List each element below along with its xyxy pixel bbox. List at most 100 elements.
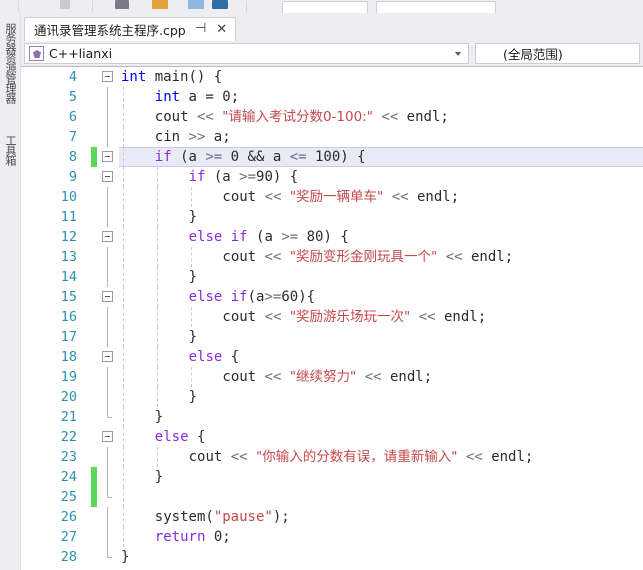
outline-margin[interactable] [97,307,119,327]
outline-margin[interactable] [97,187,119,207]
outline-margin[interactable] [97,107,119,127]
collapse-minus-icon[interactable] [102,431,113,442]
outline-margin[interactable] [97,327,119,347]
outline-margin[interactable] [97,147,119,167]
outline-margin[interactable] [97,507,119,527]
code-line[interactable]: 17} [21,327,643,347]
code-text[interactable]: cout << "你输入的分数有误，请重新输入" << endl; [119,447,643,467]
chevron-down-icon[interactable] [455,51,461,56]
code-text[interactable]: } [119,327,643,347]
code-line[interactable]: 7 cin >> a; [21,127,643,147]
code-text[interactable]: } [119,207,643,227]
code-line[interactable]: 28} [21,547,643,567]
code-text[interactable] [119,487,643,507]
outline-margin[interactable] [97,387,119,407]
code-line[interactable]: 14} [21,267,643,287]
outline-margin[interactable] [97,127,119,147]
outline-margin[interactable] [97,67,119,87]
collapse-minus-icon[interactable] [102,231,113,242]
code-line[interactable]: 25 [21,487,643,507]
code-text[interactable]: } [119,267,643,287]
code-line[interactable]: 6 cout << "请输入考试分数0-100:" << endl; [21,107,643,127]
code-line[interactable]: 23 cout << "你输入的分数有误，请重新输入" << endl; [21,447,643,467]
code-text[interactable]: else { [119,427,643,447]
outline-margin[interactable] [97,487,119,507]
close-icon[interactable]: ✕ [216,22,228,37]
build-icon[interactable] [115,0,129,9]
outline-margin[interactable] [97,447,119,467]
code-line[interactable]: 8 if (a >= 0 && a <= 100) { [21,147,643,167]
code-text[interactable]: system("pause"); [119,507,643,527]
code-text[interactable]: cout << "请输入考试分数0-100:" << endl; [119,107,643,127]
outline-margin[interactable] [97,547,119,567]
code-line[interactable]: 19 cout << "继续努力" << endl; [21,367,643,387]
project-dropdown[interactable]: C++lianxi [24,43,469,64]
outline-margin[interactable] [97,87,119,107]
document-tab-active[interactable]: 通讯录管理系统主程序.cpp ⊣ ✕ [24,17,236,41]
code-text[interactable]: int main() { [119,67,643,87]
code-text[interactable]: cout << "奖励游乐场玩一次" << endl; [119,307,643,327]
sidebar-item-server-explorer[interactable]: 服务器资源管理器 [0,23,21,103]
outline-margin[interactable] [97,527,119,547]
collapse-minus-icon[interactable] [102,351,113,362]
code-text[interactable]: if (a >=90) { [119,167,643,187]
code-line[interactable]: 15 else if(a>=60){ [21,287,643,307]
code-text[interactable]: } [119,467,643,487]
sidebar-item-toolbox[interactable]: 工具箱 [0,135,21,165]
outline-margin[interactable] [97,467,119,487]
code-line[interactable]: 22 else { [21,427,643,447]
collapse-minus-icon[interactable] [102,151,113,162]
code-token: cout [222,309,265,325]
code-text[interactable]: cin >> a; [119,127,643,147]
platform-combo[interactable] [376,1,496,13]
code-line[interactable]: 11} [21,207,643,227]
pin-icon[interactable]: ⊣ [195,21,207,37]
window-icon[interactable] [188,0,204,9]
code-text[interactable]: cout << "继续努力" << endl; [119,367,643,387]
outline-margin[interactable] [97,347,119,367]
code-editor[interactable]: 4 int main() {5 int a = 0; 6 cout << "请输入考试分… [21,66,643,570]
collapse-minus-icon[interactable] [102,171,113,182]
outline-margin[interactable] [97,227,119,247]
undo-icon[interactable] [60,0,70,9]
code-line[interactable]: 5 int a = 0; [21,87,643,107]
code-line[interactable]: 27 return 0; [21,527,643,547]
outline-margin[interactable] [97,167,119,187]
code-text[interactable]: return 0; [119,527,643,547]
configuration-combo[interactable] [282,1,368,13]
code-text[interactable]: } [119,387,643,407]
outline-margin[interactable] [97,267,119,287]
code-text[interactable]: int a = 0; [119,87,643,107]
collapse-minus-icon[interactable] [102,291,113,302]
properties-icon[interactable] [212,0,228,9]
outline-margin[interactable] [97,427,119,447]
outline-margin[interactable] [97,287,119,307]
code-line[interactable]: 10 cout << "奖励一辆单车" << endl; [21,187,643,207]
code-line[interactable]: 4 int main() { [21,67,643,87]
code-line[interactable]: 18 else { [21,347,643,367]
scope-dropdown[interactable]: (全局范围) [475,43,640,64]
code-text[interactable]: if (a >= 0 && a <= 100) { [119,147,643,167]
collapse-minus-icon[interactable] [102,71,113,82]
code-line[interactable]: 9 if (a >=90) { [21,167,643,187]
outline-margin[interactable] [97,207,119,227]
code-text[interactable]: else { [119,347,643,367]
code-text[interactable]: } [119,547,643,567]
code-text[interactable]: else if (a >= 80) { [119,227,643,247]
code-text[interactable]: } [119,407,643,427]
code-text[interactable]: else if(a>=60){ [119,287,643,307]
code-line[interactable]: 16 cout << "奖励游乐场玩一次" << endl; [21,307,643,327]
code-text[interactable]: cout << "奖励一辆单车" << endl; [119,187,643,207]
code-line[interactable]: 21} [21,407,643,427]
outline-margin[interactable] [97,367,119,387]
code-text[interactable]: cout << "奖励变形金刚玩具一个" << endl; [119,247,643,267]
code-line[interactable]: 20} [21,387,643,407]
line-number: 9 [21,167,83,187]
code-line[interactable]: 13 cout << "奖励变形金刚玩具一个" << endl; [21,247,643,267]
outline-margin[interactable] [97,247,119,267]
outline-margin[interactable] [97,407,119,427]
code-line[interactable]: 12 else if (a >= 80) { [21,227,643,247]
code-line[interactable]: 26 system("pause"); [21,507,643,527]
code-line[interactable]: 24} [21,467,643,487]
folder-icon[interactable] [152,0,168,9]
